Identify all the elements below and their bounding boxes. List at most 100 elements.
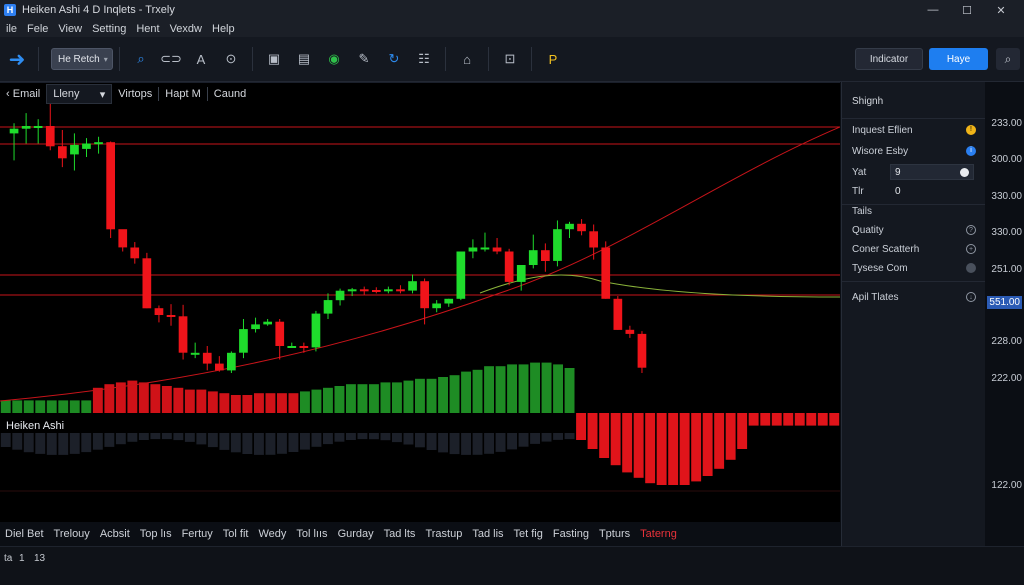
indicator-button[interactable]: Indicator xyxy=(855,48,923,70)
oscillator-bar xyxy=(184,433,195,442)
tab-email[interactable]: ‹ Email xyxy=(0,84,46,104)
zoom-icon[interactable]: ⊙ xyxy=(220,48,242,70)
menu-item-setting[interactable]: Setting xyxy=(92,23,126,35)
volume-bar xyxy=(783,413,794,426)
oscillator-bar xyxy=(380,433,391,441)
menu-item-fele[interactable]: Fele xyxy=(27,23,48,35)
volume-bar xyxy=(610,413,621,466)
volume-bar xyxy=(346,384,356,413)
candle-body xyxy=(601,247,611,299)
toolbar-divider xyxy=(38,47,39,71)
date-tick: Top lıs xyxy=(139,528,172,540)
menu-item-file[interactable]: ile xyxy=(6,23,17,35)
refresh-icon[interactable]: ↻ xyxy=(383,48,405,70)
oscillator-bar xyxy=(173,433,184,441)
toggle-knob-icon[interactable] xyxy=(960,168,969,177)
date-tick: Wedy xyxy=(258,528,287,540)
menu-item-help[interactable]: Help xyxy=(212,23,235,35)
dot-icon xyxy=(966,263,976,273)
tab-virtops[interactable]: Virtops xyxy=(112,84,158,104)
panel-option-label: Coner Scatterh xyxy=(852,243,920,255)
minimize-icon[interactable]: — xyxy=(916,0,950,20)
arrow-right-icon[interactable]: ➜ xyxy=(2,44,32,74)
price-tick: 233.00 xyxy=(991,118,1022,129)
clipboard-icon[interactable]: ▤ xyxy=(293,48,315,70)
volume-bar xyxy=(334,386,345,413)
oscillator-bar xyxy=(495,433,506,452)
panel-row-label: Wisore Esby xyxy=(852,145,909,157)
candle-body xyxy=(251,324,260,330)
candle-body xyxy=(106,142,115,230)
panel-option-coner[interactable]: Coner Scatterh + xyxy=(852,240,980,258)
grid-icon[interactable]: ☷ xyxy=(413,48,435,70)
volume-bar xyxy=(415,378,425,413)
volume-bar xyxy=(35,400,46,413)
toolbar-divider xyxy=(531,47,532,71)
oscillator-bar xyxy=(403,433,414,445)
panel-input-yat[interactable]: 9 xyxy=(890,164,974,180)
oscillator-bar xyxy=(81,433,92,453)
price-tick: 300.00 xyxy=(991,154,1022,165)
panel-row-inquest[interactable]: Inquest Eflien ! xyxy=(852,121,980,139)
volume-bar xyxy=(530,362,540,413)
template-icon[interactable]: ⊡ xyxy=(499,48,521,70)
strategy-icon[interactable]: P xyxy=(542,48,564,70)
oscillator-bar xyxy=(346,433,356,440)
tab-hapt[interactable]: Hapt M xyxy=(159,84,206,104)
candle-body xyxy=(432,303,441,309)
candle-body xyxy=(613,298,623,330)
title-bar: H Heiken Ashi 4 D Inqlets - Trxely — ☐ ✕ xyxy=(0,0,1024,20)
volume-bar xyxy=(725,413,736,460)
global-search-icon[interactable]: ⌕ xyxy=(996,48,1020,70)
current-price-badge: 551.00 xyxy=(987,296,1022,309)
panel-row-wisore[interactable]: Wisore Esby i xyxy=(852,142,980,160)
close-icon[interactable]: ✕ xyxy=(984,0,1018,20)
symbol-select[interactable]: He Retch ▾ xyxy=(51,48,113,70)
oscillator-bar xyxy=(518,433,529,447)
interval-dropdown[interactable]: Lleny ▾ xyxy=(46,84,113,104)
volume-bar xyxy=(760,413,771,426)
volume-bar xyxy=(242,395,253,413)
candle-body xyxy=(275,321,285,346)
date-tick: Diel Bet xyxy=(5,528,44,540)
chart-area[interactable] xyxy=(0,82,841,523)
price-tick: 222.00 xyxy=(991,373,1022,384)
candle-body xyxy=(528,250,538,265)
price-tick: 228.00 xyxy=(991,336,1022,347)
panel-footer-row[interactable]: Apil Tlates ↓ xyxy=(852,288,980,306)
panel-option-quatity[interactable]: Quatity ? xyxy=(852,221,980,239)
oscillator-bar xyxy=(357,433,368,440)
search-icon[interactable]: ⌕ xyxy=(130,48,152,70)
volume-bar xyxy=(507,364,517,413)
candle-body xyxy=(420,281,429,309)
drawing-icon[interactable]: ✎ xyxy=(353,48,375,70)
menu-item-vexdw[interactable]: Vexdw xyxy=(170,23,202,35)
lock-icon[interactable]: ⌂ xyxy=(456,48,478,70)
chart-type-icon[interactable]: ⊂⊃ xyxy=(160,48,182,70)
candle-body xyxy=(239,329,248,353)
toolbar: ➜ He Retch ▾ ⌕ ⊂⊃ A ⊙ ▣ ▤ ◉ ✎ ↻ ☷ ⌂ ⊡ P … xyxy=(0,37,1024,82)
date-tick: Gurday xyxy=(337,528,374,540)
panel-option-label: Quatity xyxy=(852,224,884,236)
menu-item-hent[interactable]: Hent xyxy=(136,23,159,35)
panel-option-tysese[interactable]: Tysese Com xyxy=(852,259,980,277)
menu-item-view[interactable]: View xyxy=(58,23,82,35)
oscillator-bar xyxy=(553,433,563,440)
alert-icon[interactable]: ◉ xyxy=(323,48,345,70)
symbol-select-label: He Retch xyxy=(58,53,100,65)
oscillator-bar xyxy=(138,433,149,440)
primary-button[interactable]: Haye xyxy=(929,48,988,70)
volume-bar xyxy=(58,400,69,413)
panel-input-tlr[interactable]: 0 xyxy=(890,183,974,199)
candle-body xyxy=(396,289,405,292)
tab-caund[interactable]: Caund xyxy=(208,84,252,104)
layout-icon[interactable]: ▣ xyxy=(263,48,285,70)
text-icon[interactable]: A xyxy=(190,48,212,70)
price-chart[interactable] xyxy=(0,83,841,523)
maximize-icon[interactable]: ☐ xyxy=(950,0,984,20)
candle-body xyxy=(70,144,79,155)
volume-bar xyxy=(714,413,725,469)
panel-section-title: Tails xyxy=(852,202,980,220)
volume-bar xyxy=(12,400,23,413)
volume-bar xyxy=(288,393,299,413)
